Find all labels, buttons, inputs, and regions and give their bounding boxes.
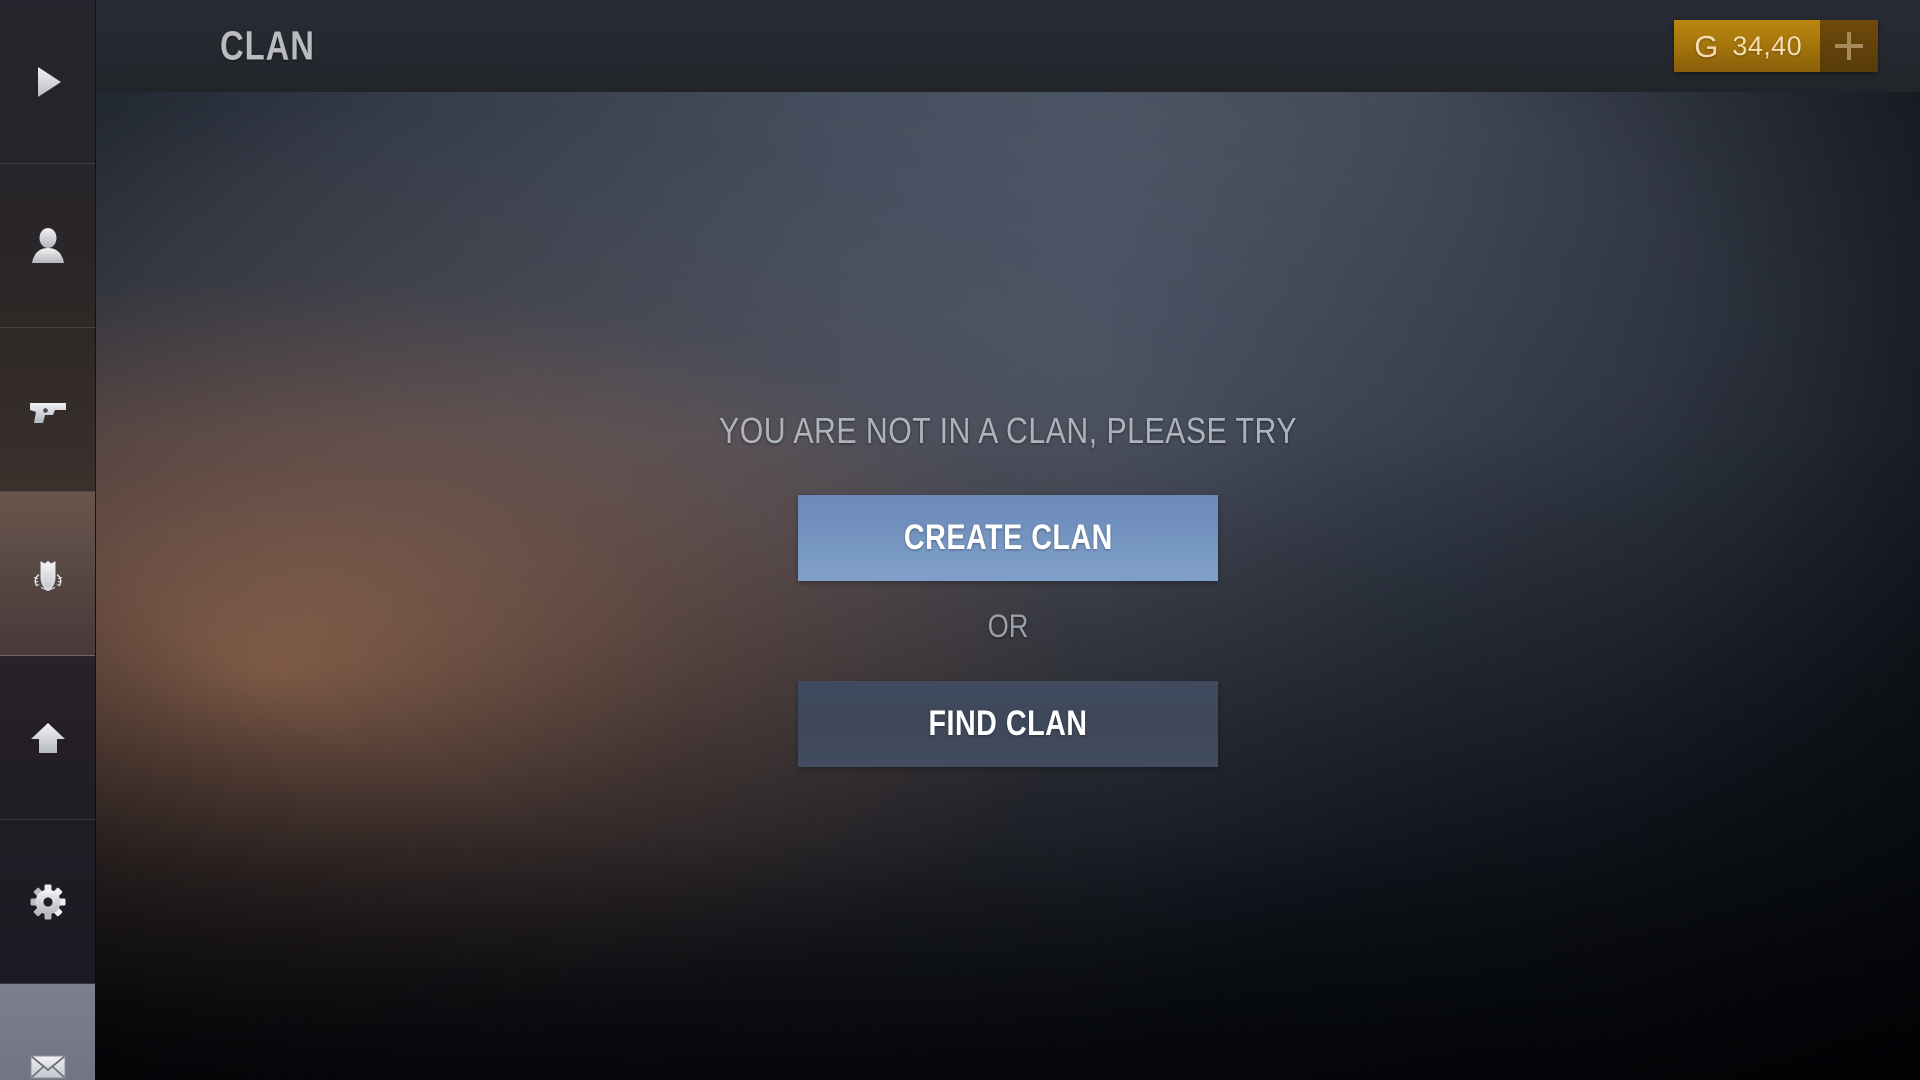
sidebar-item-settings[interactable] [0,820,95,984]
sidebar-item-profile[interactable] [0,164,95,328]
sidebar-item-mail[interactable] [0,984,95,1080]
sidebar-item-upgrade[interactable] [0,656,95,820]
sidebar-item-clan[interactable] [0,492,95,656]
add-currency-button[interactable] [1820,20,1878,72]
weapon-icon [29,402,66,423]
separator-or: OR [987,608,1029,644]
clan-shield-icon [33,560,62,591]
create-clan-button[interactable]: CREATE CLAN [798,495,1218,581]
clan-empty-state: YOU ARE NOT IN A CLAN, PLEASE TRY CREATE… [96,92,1920,1080]
sidebar-item-weapons[interactable] [0,328,95,492]
find-clan-label: FIND CLAN [928,704,1088,743]
currency-amount-button[interactable]: G 34,40 [1674,20,1820,72]
profile-icon [31,227,64,263]
clan-prompt-message: YOU ARE NOT IN A CLAN, PLEASE TRY [719,410,1297,451]
create-clan-label: CREATE CLAN [903,518,1113,557]
play-icon [37,66,61,97]
plus-icon [1835,32,1863,60]
upgrade-arrow-icon [30,722,65,753]
mail-icon [29,1055,66,1079]
main-sidebar [0,0,96,1080]
clan-screen: CLAN G 34,40 YOU ARE NOT IN A CLAN, PLEA… [0,0,1920,1080]
gold-coin-icon: G [1694,28,1719,64]
currency-value: 34,40 [1732,30,1802,61]
gear-icon [30,884,65,919]
sidebar-item-play[interactable] [0,0,95,164]
currency-badge: G 34,40 [1674,20,1878,72]
page-title: CLAN [220,22,315,69]
top-header: CLAN G 34,40 [96,0,1920,92]
find-clan-button[interactable]: FIND CLAN [798,681,1218,767]
